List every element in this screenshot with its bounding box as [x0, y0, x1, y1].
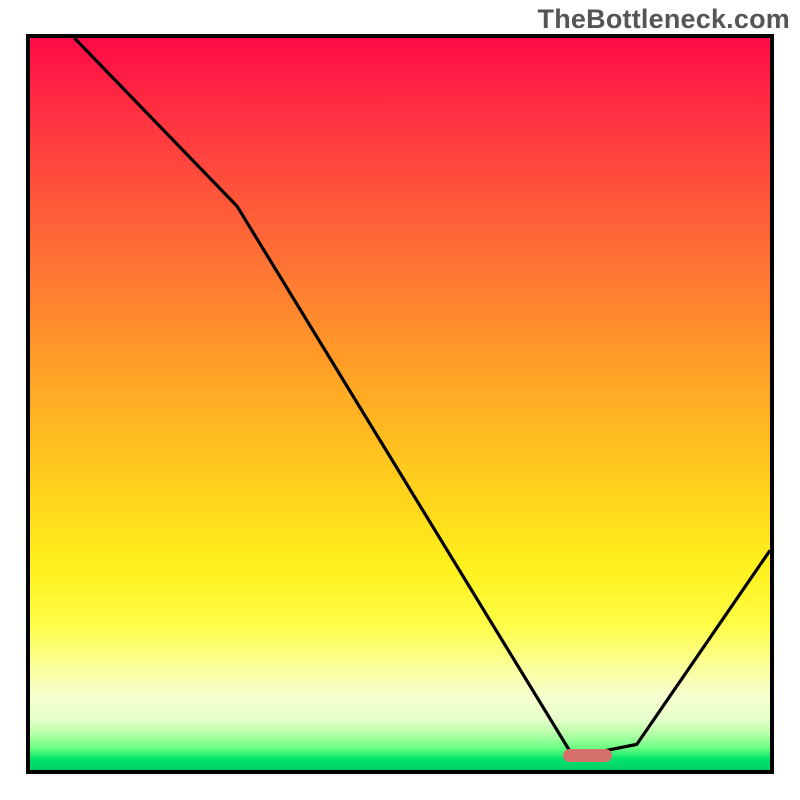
watermark-text: TheBottleneck.com	[538, 4, 790, 35]
chart-frame: TheBottleneck.com	[0, 0, 800, 800]
plot-area	[26, 34, 774, 774]
curve-path	[74, 38, 770, 752]
optimal-marker	[563, 749, 612, 762]
bottleneck-curve	[30, 38, 770, 770]
